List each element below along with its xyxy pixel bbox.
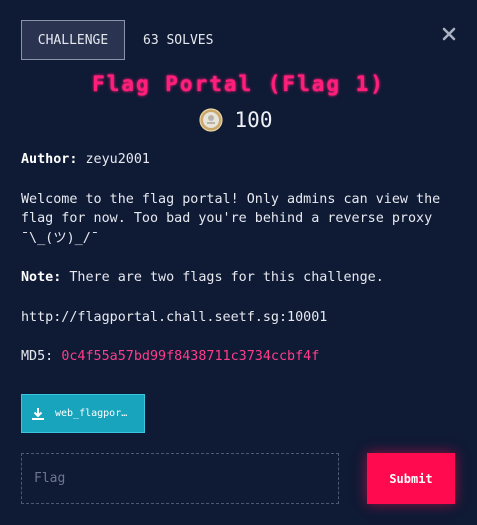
- download-file-label: web_flagpor…: [55, 408, 128, 419]
- tab-solves[interactable]: 63 SOLVES: [143, 33, 213, 48]
- description-text: Welcome to the flag portal! Only admins …: [21, 191, 441, 246]
- note-label: Note:: [21, 270, 62, 285]
- challenge-url: http://flagportal.chall.seetf.sg:10001: [21, 309, 328, 325]
- submit-button[interactable]: Submit: [367, 453, 455, 504]
- points-value: 100: [234, 108, 273, 132]
- note-line: Note: There are two flags for this chall…: [21, 268, 457, 288]
- author-line: Author: zeyu2001: [21, 150, 457, 170]
- challenge-tabs: CHALLENGE 63 SOLVES: [21, 20, 213, 60]
- challenge-points: 100: [0, 108, 477, 132]
- flag-input[interactable]: [21, 453, 339, 504]
- close-icon[interactable]: [441, 26, 457, 42]
- md5-line: MD5: 0c4f55a57bd99f8438711c3734ccbf4f: [21, 347, 457, 367]
- author-label: Author:: [21, 152, 78, 167]
- challenge-title: Flag Portal (Flag 1): [92, 72, 385, 96]
- coin-icon: [198, 108, 223, 132]
- tab-challenge[interactable]: CHALLENGE: [21, 20, 125, 60]
- note-text: There are two flags for this challenge.: [61, 270, 384, 285]
- author-name: zeyu2001: [77, 152, 150, 167]
- download-icon: [32, 407, 44, 420]
- md5-hash: 0c4f55a57bd99f8438711c3734ccbf4f: [61, 349, 320, 364]
- md5-label: MD5:: [21, 349, 54, 364]
- challenge-description: Author: zeyu2001 Welcome to the flag por…: [21, 150, 457, 387]
- download-file-button[interactable]: web_flagpor…: [21, 394, 145, 433]
